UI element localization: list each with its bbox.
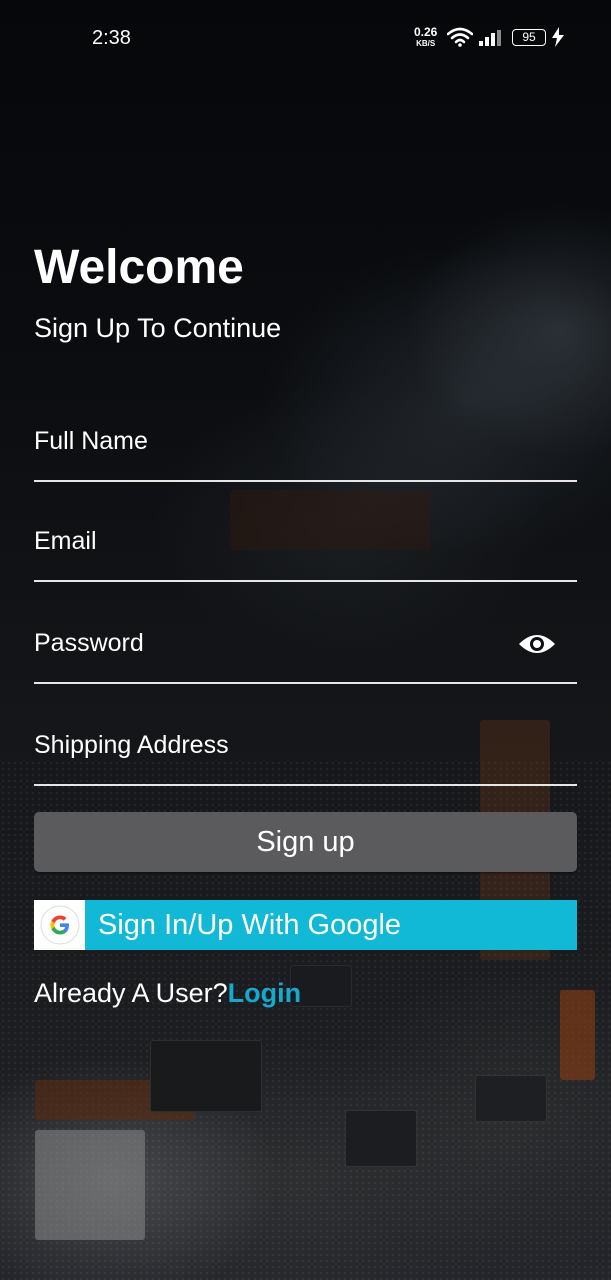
password-field[interactable]: Password — [34, 622, 577, 684]
email-label: Email — [34, 527, 97, 555]
sign-up-button[interactable]: Sign up — [34, 812, 577, 872]
eye-icon[interactable] — [517, 630, 557, 658]
signal-icon — [479, 30, 501, 46]
battery-icon: 95 — [512, 29, 546, 46]
clock: 2:38 — [92, 27, 131, 49]
wifi-icon — [447, 27, 473, 47]
full-name-field[interactable]: Full Name — [34, 420, 577, 482]
page-title: Welcome — [34, 241, 244, 294]
page-subtitle: Sign Up To Continue — [34, 313, 282, 343]
already-user-prompt: Already A User? — [34, 978, 228, 1008]
login-link[interactable]: Login — [228, 978, 301, 1008]
google-sign-in-button[interactable]: Sign In/Up With Google — [34, 900, 577, 950]
shipping-address-field[interactable]: Shipping Address — [34, 724, 577, 786]
already-user-row: Already A User?Login — [34, 978, 301, 1009]
full-name-label: Full Name — [34, 427, 148, 455]
password-label: Password — [34, 629, 144, 657]
email-field[interactable]: Email — [34, 520, 577, 582]
shipping-address-label: Shipping Address — [34, 731, 229, 759]
google-sign-in-label: Sign In/Up With Google — [98, 908, 402, 941]
network-speed: 0.26 KB/S — [414, 25, 438, 48]
charging-icon — [552, 27, 564, 47]
google-logo-icon — [34, 900, 85, 950]
status-bar: 2:38 0.26 KB/S 95 — [0, 0, 611, 80]
